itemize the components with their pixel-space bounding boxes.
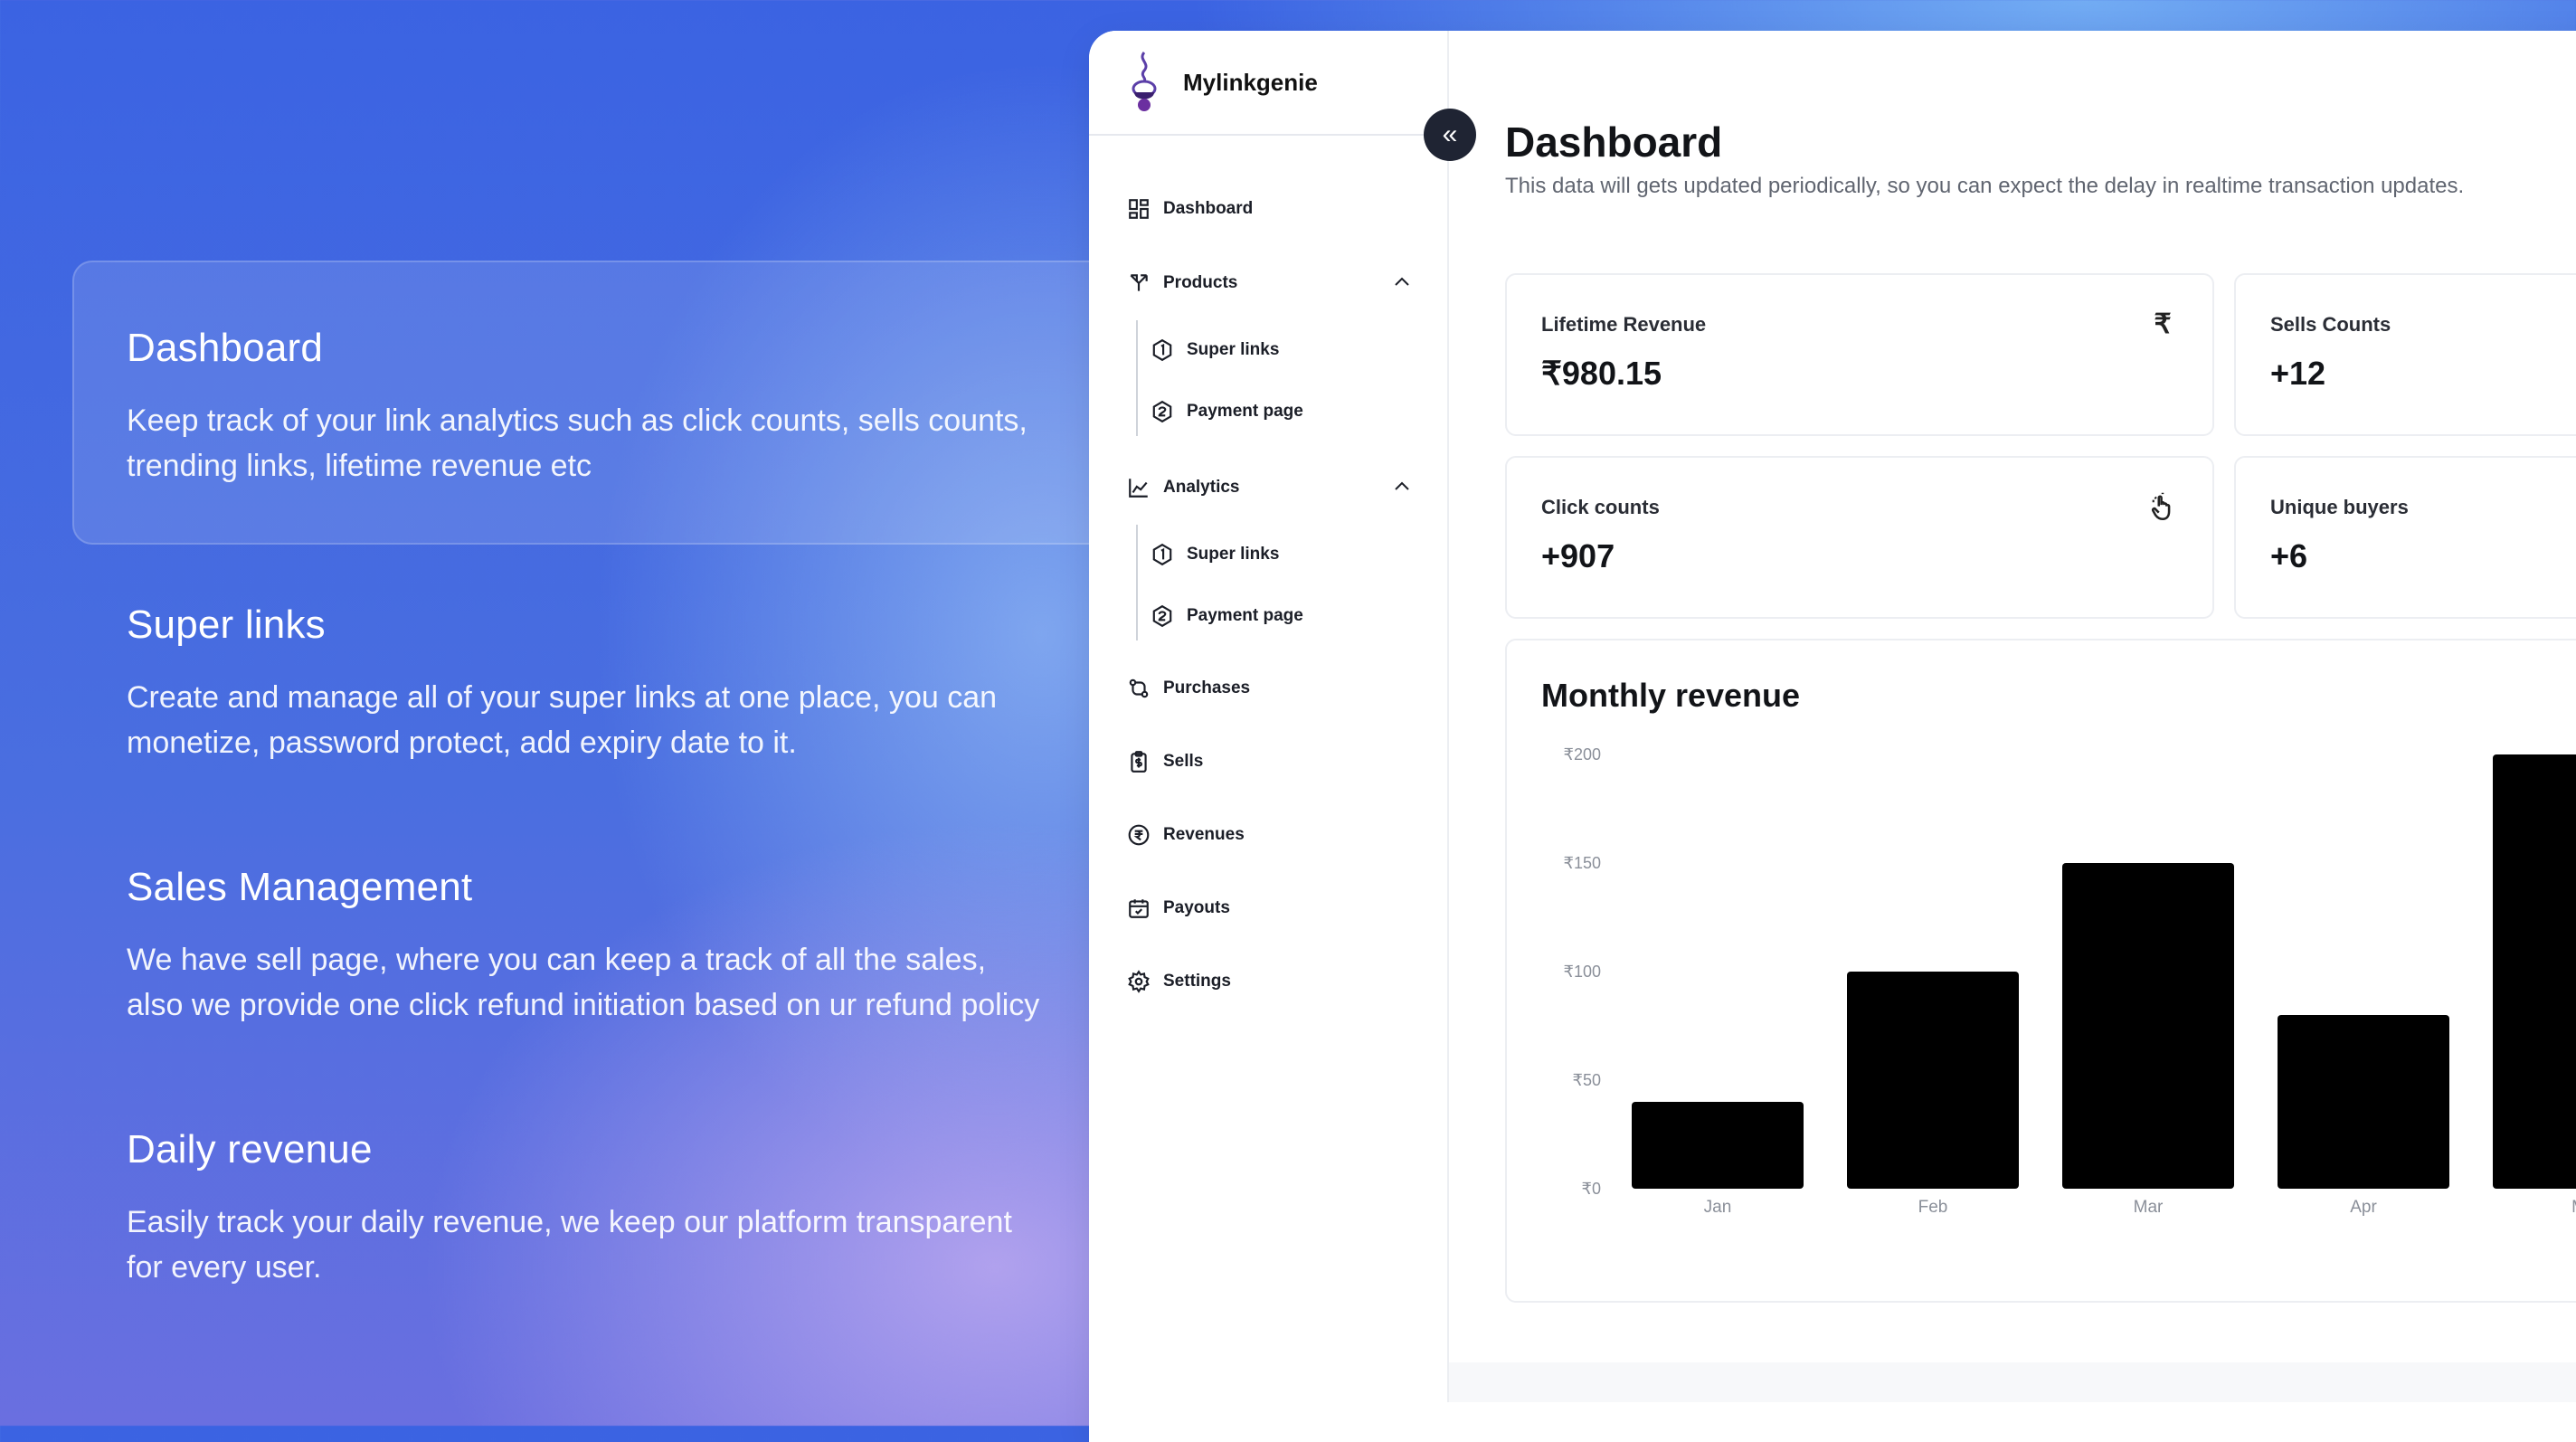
feature-daily-revenue[interactable]: Daily revenue Easily track your daily re…	[72, 1127, 1094, 1290]
sidebar-subitem-payment-page[interactable]: Payment page	[1151, 400, 1303, 423]
sidebar-item-label: Payouts	[1163, 898, 1230, 917]
stat-value: +6	[2270, 537, 2308, 574]
sidebar-subitem-analytics-super-links[interactable]: Super links	[1151, 543, 1279, 566]
app-window: Mylinkgenie Dashboard Products Super lin…	[1089, 31, 2576, 1442]
main-content: Dashboard This data will gets updated pe…	[1449, 31, 2576, 1402]
feature-text: Create and manage all of your super link…	[127, 680, 998, 760]
sidebar-item-label: Sells	[1163, 752, 1204, 771]
sidebar-item-label: Payment page	[1187, 606, 1303, 625]
sidebar-item-settings[interactable]: Settings	[1127, 970, 1231, 993]
x-tick-label: Mar	[2134, 1198, 2164, 1217]
stat-card-lifetime-revenue: Lifetime Revenue ₹980.15 ₹	[1505, 273, 2214, 436]
calendar-check-icon	[1127, 897, 1151, 920]
sidebar-item-purchases[interactable]: Purchases	[1127, 677, 1250, 700]
stat-card-click-counts: Click counts +907	[1505, 456, 2214, 619]
dashboard-grid-icon	[1127, 197, 1151, 221]
rupee-icon: ₹	[2154, 309, 2172, 339]
sidebar-item-payouts[interactable]: Payouts	[1127, 897, 1230, 920]
x-tick-label: Apr	[2350, 1198, 2377, 1217]
feature-dashboard[interactable]: Dashboard Keep track of your link analyt…	[72, 261, 1094, 545]
feature-title: Sales Management	[127, 865, 473, 909]
sidebar-item-label: Super links	[1187, 340, 1280, 359]
stat-label: Unique buyers	[2270, 496, 2409, 518]
hand-pointer-icon	[2151, 492, 2171, 521]
number-two-icon	[1151, 400, 1174, 423]
monthly-revenue-chart-card: Monthly revenue ₹0 ₹50 ₹100 ₹150 ₹200 Jan Feb M…	[1505, 639, 2576, 1303]
sidebar-item-label: Dashboard	[1163, 199, 1254, 218]
feature-text: We have sell page, where you can keep a …	[127, 943, 1040, 1022]
bar-feb[interactable]	[1847, 972, 2019, 1189]
sidebar-item-analytics[interactable]: Analytics	[1127, 476, 1239, 499]
submenu-line	[1136, 525, 1138, 640]
submenu-line	[1136, 320, 1138, 436]
bar-m[interactable]	[2493, 754, 2576, 1189]
feature-list: Dashboard Keep track of your link analyt…	[72, 261, 1094, 1290]
sidebar-item-products[interactable]: Products	[1127, 271, 1237, 295]
bar-jan[interactable]	[1632, 1102, 1804, 1189]
feature-title: Dashboard	[127, 326, 324, 370]
y-tick-label: ₹50	[1573, 1071, 1601, 1089]
stat-label: Sells Counts	[2270, 313, 2391, 336]
sidebar-item-label: Super links	[1187, 545, 1280, 564]
x-tick-label: Feb	[1918, 1198, 1948, 1217]
y-tick-label: ₹200	[1564, 745, 1601, 764]
bar-apr[interactable]	[2278, 1015, 2449, 1189]
number-two-icon	[1151, 604, 1174, 628]
sidebar-item-label: Analytics	[1163, 478, 1240, 497]
stat-label: Lifetime Revenue	[1541, 313, 1707, 336]
sidebar-item-label: Purchases	[1163, 678, 1251, 697]
split-arrows-icon	[1127, 271, 1151, 295]
sidebar-subitem-super-links[interactable]: Super links	[1151, 338, 1279, 362]
area-chart-icon	[1127, 476, 1151, 499]
monthly-revenue-chart: ₹0 ₹50 ₹100 ₹150 ₹200 Jan Feb Mar Apr M	[1564, 745, 2576, 1217]
sidebar-item-dashboard[interactable]: Dashboard	[1127, 197, 1253, 221]
bar-mar[interactable]	[2062, 863, 2234, 1189]
feature-title: Super links	[127, 602, 326, 647]
collapse-sidebar-button[interactable]: «	[1424, 109, 1476, 161]
stat-label: Click counts	[1541, 496, 1660, 518]
y-tick-label: ₹0	[1582, 1180, 1601, 1198]
y-tick-label: ₹150	[1564, 854, 1601, 872]
sidebar-item-revenues[interactable]: Revenues	[1127, 823, 1245, 847]
feature-text: Easily track your daily revenue, we keep…	[127, 1205, 1012, 1285]
y-tick-label: ₹100	[1564, 963, 1601, 981]
page-subtitle: This data will gets updated periodically…	[1505, 174, 2465, 198]
sidebar-subitem-analytics-payment-page[interactable]: Payment page	[1151, 604, 1303, 628]
feature-title: Daily revenue	[127, 1127, 373, 1172]
x-tick-label: M	[2571, 1198, 2576, 1217]
sidebar-item-label: Revenues	[1163, 825, 1245, 844]
stat-value: ₹980.15	[1541, 355, 1662, 392]
sidebar-item-label: Payment page	[1187, 402, 1303, 421]
sidebar: Mylinkgenie Dashboard Products Super lin…	[1089, 31, 1449, 1402]
rupee-circle-icon	[1127, 823, 1151, 847]
sidebar-item-label: Settings	[1163, 972, 1231, 991]
footer-strip	[1449, 1362, 2576, 1402]
clipboard-dollar-icon	[1127, 750, 1151, 773]
sidebar-item-sells[interactable]: Sells	[1127, 750, 1203, 773]
stat-value: +907	[1541, 537, 1615, 574]
number-one-icon	[1151, 338, 1174, 362]
stat-card-sells-counts: Sells Counts +12	[2234, 273, 2576, 436]
chevron-up-icon[interactable]	[1391, 476, 1413, 498]
brand-name: Mylinkgenie	[1183, 68, 1318, 96]
double-chevron-left-icon: «	[1442, 119, 1458, 149]
stat-card-unique-buyers: Unique buyers +6	[2234, 456, 2576, 619]
chevron-up-icon[interactable]	[1391, 271, 1413, 293]
stat-value: +12	[2270, 355, 2326, 392]
genie-logo-icon	[1132, 52, 1157, 111]
feature-text: Keep track of your link analytics such a…	[127, 403, 1028, 483]
gear-icon	[1127, 970, 1151, 993]
feature-sales-management[interactable]: Sales Management We have sell page, wher…	[72, 865, 1094, 1028]
page-title: Dashboard	[1505, 119, 1723, 166]
brand[interactable]: Mylinkgenie	[1089, 31, 1447, 136]
git-compare-icon	[1127, 677, 1151, 700]
feature-super-links[interactable]: Super links Create and manage all of you…	[72, 602, 1094, 765]
sidebar-item-label: Products	[1163, 273, 1238, 292]
number-one-icon	[1151, 543, 1174, 566]
x-tick-label: Jan	[1704, 1198, 1732, 1217]
